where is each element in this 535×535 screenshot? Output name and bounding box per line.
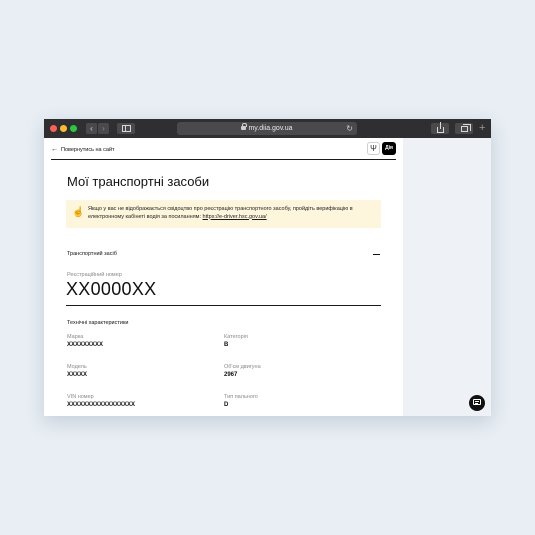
spec-model: Модель XXXXX [67,364,87,379]
chevron-right-icon: › [102,124,105,133]
reload-icon[interactable]: ↻ [346,122,353,135]
chat-button[interactable] [469,395,485,411]
back-to-site-link[interactable]: ← Повернутись на сайт [51,146,115,153]
spec-label: Об'єм двигуна [224,364,261,370]
tabs-icon [460,124,471,132]
spec-value: B [224,342,229,348]
address-bar[interactable]: my.diia.gov.ua ↻ [177,122,357,135]
diia-logo-button[interactable]: Дія [382,142,396,155]
browser-titlebar: ‹ › my.diia.gov.ua ↻ + [44,119,491,138]
minimize-window-button[interactable] [60,125,67,132]
browser-back-button[interactable]: ‹ [86,123,97,134]
trident-icon[interactable]: Ψ [367,142,380,155]
lock-icon [241,123,248,130]
sidebar-icon [121,125,131,132]
browser-forward-button[interactable]: › [98,123,109,134]
tabs-overview-button[interactable] [455,123,473,134]
pointing-finger-icon: ☝ [72,207,85,218]
spec-label: Модель [67,364,87,370]
chevron-left-icon: ‹ [90,124,93,133]
new-tab-button[interactable]: + [479,122,485,134]
url-text: my.diia.gov.ua [248,125,293,132]
vehicle-section-label: Транспортний засіб [67,251,117,257]
spec-fuel-type: Тип пального D [224,394,258,409]
spec-category: Категорія B [224,334,248,349]
specs-title: Технічні характеристики [67,320,129,326]
registration-divider [66,305,381,306]
page-title: Мої транспортні засоби [67,174,210,189]
spec-vin: VIN номер XXXXXXXXXXXXXXXXX [67,394,135,409]
spec-label: Тип пального [224,394,258,400]
spec-value: 2967 [224,372,238,378]
spec-value: XXXXXXXXX [67,342,104,348]
verification-notice: ☝ Якщо у вас не відображається свідоцтво… [66,200,381,228]
registration-number-label: Реєстраційний номер [67,272,122,278]
spec-engine-volume: Об'єм двигуна 2967 [224,364,261,379]
maximize-window-button[interactable] [70,125,77,132]
close-window-button[interactable] [50,125,57,132]
spec-value: D [224,402,229,408]
spec-value: XXXXXXXXXXXXXXXXX [67,402,136,408]
spec-label: Категорія [224,334,248,340]
header-divider [51,159,396,160]
spec-label: VIN номер [67,394,94,400]
browser-window: ‹ › my.diia.gov.ua ↻ + ← Повернутись на с… [44,119,491,416]
e-driver-link[interactable]: https://e-driver.hsc.gov.ua/ [203,214,267,220]
page-content: ← Повернутись на сайт Ψ Дія Мої транспорт… [44,138,403,416]
share-icon [436,122,444,133]
right-side-panel [403,138,491,416]
spec-make: Марка XXXXXXXXX [67,334,103,349]
registration-number: XX0000XX [66,279,157,299]
chat-icon [473,399,481,405]
sidebar-toggle-button[interactable] [117,123,135,134]
spec-value: XXXXX [67,372,88,378]
spec-label: Марка [67,334,84,340]
collapse-icon[interactable] [373,254,380,255]
notice-text: Якщо у вас не відображається свідоцтво п… [88,206,378,221]
arrow-left-icon: ← [51,146,58,153]
share-button[interactable] [431,122,449,134]
back-to-site-label: Повернутись на сайт [61,147,115,153]
